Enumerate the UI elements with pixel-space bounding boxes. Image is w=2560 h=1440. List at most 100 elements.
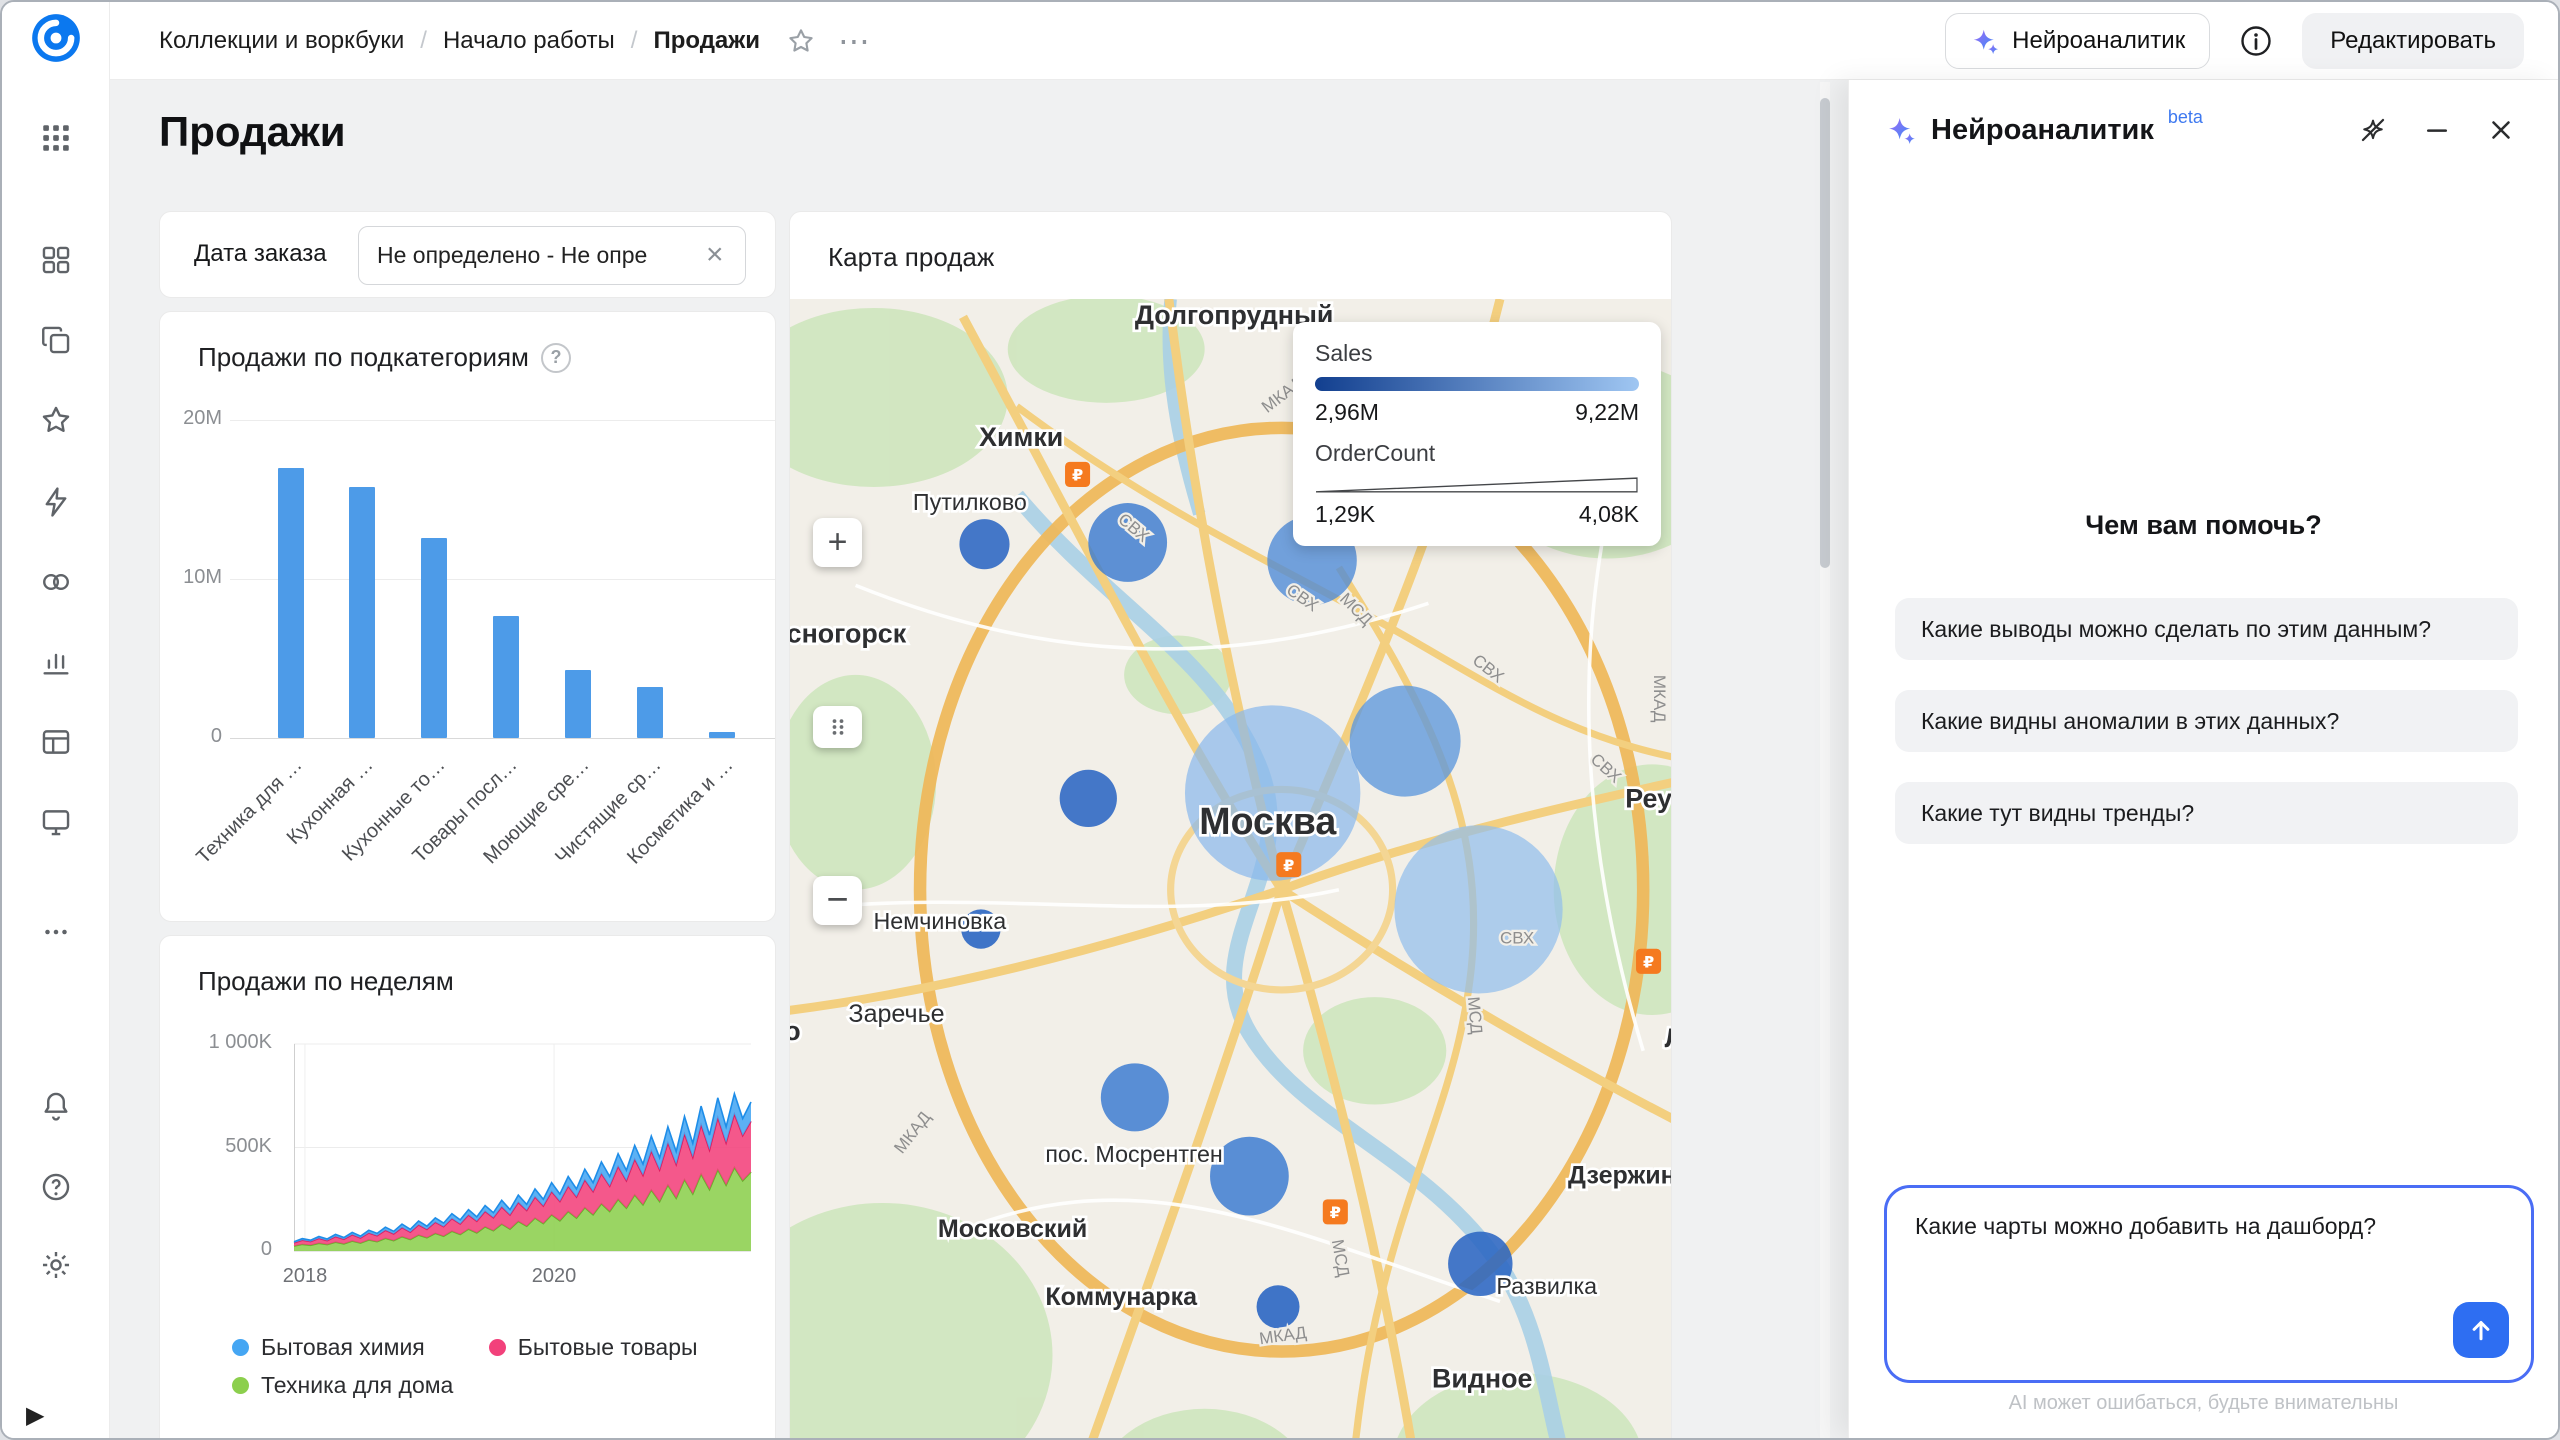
workbooks-icon — [39, 323, 73, 357]
bar-2[interactable] — [421, 538, 447, 738]
breadcrumb-item-2[interactable]: Продажи — [653, 27, 760, 55]
breadcrumb-item-1[interactable]: Начало работы — [443, 27, 615, 55]
bar-5[interactable] — [637, 687, 663, 738]
scrollbar-thumb[interactable] — [1820, 98, 1830, 568]
toll-marker: ₽ — [1276, 852, 1301, 877]
breadcrumb-item-0[interactable]: Коллекции и воркбуки — [159, 27, 404, 55]
suggestion-chip-0[interactable]: Какие выводы можно сделать по этим данны… — [1895, 598, 2518, 660]
bar-3[interactable] — [493, 616, 519, 738]
sidebar-item-charts[interactable] — [2, 632, 110, 692]
favorite-star-icon[interactable] — [786, 26, 816, 56]
sidebar-item-settings[interactable] — [2, 1235, 110, 1295]
breadcrumb-actions: ⋯ — [786, 26, 870, 56]
suggestion-chip-1[interactable]: Какие видны аномалии в этих данных? — [1895, 690, 2518, 752]
gridline — [230, 420, 776, 421]
legend-sales-label: Sales — [1315, 340, 1639, 367]
map-bubble-8[interactable] — [1101, 1063, 1169, 1131]
sidebar-item-connections[interactable] — [2, 472, 110, 532]
map-bubble-11[interactable] — [1257, 1285, 1300, 1328]
sidebar-item-datasets[interactable] — [2, 552, 110, 612]
bar-0[interactable] — [278, 468, 304, 738]
sparkle-icon — [1970, 26, 2000, 56]
assistant-input[interactable]: Какие чарты можно добавить на дашборд? — [1884, 1185, 2534, 1383]
close-icon[interactable] — [2486, 115, 2516, 145]
legend-item-1[interactable]: Бытовые товары — [489, 1334, 698, 1361]
toll-marker: ₽ — [1065, 462, 1090, 487]
legend-item-0[interactable]: Бытовая химия — [232, 1334, 425, 1361]
sidebar-collapse-button[interactable]: ▶ — [26, 1401, 44, 1430]
filter-clear-icon[interactable]: × — [706, 238, 724, 272]
suggestion-chip-2[interactable]: Какие тут видны тренды? — [1895, 782, 2518, 844]
sidebar-item-collections[interactable] — [2, 230, 110, 290]
neuro-analyst-label: Нейроаналитик — [2012, 27, 2185, 55]
breadcrumb-separator: / — [631, 27, 638, 55]
datasets-icon — [39, 565, 73, 599]
datalens-logo[interactable] — [30, 12, 82, 64]
x-axis-tick: 2018 — [260, 1265, 350, 1288]
legend-dot — [232, 1339, 249, 1356]
map-bubble-5[interactable] — [1350, 686, 1461, 797]
breadcrumb-separator: / — [420, 27, 427, 55]
lightning-icon — [39, 485, 73, 519]
y-axis-tick: 0 — [160, 1238, 272, 1261]
edit-button-label: Редактировать — [2330, 27, 2496, 55]
map-bubble-0[interactable] — [959, 519, 1009, 569]
city-label: расногорск — [790, 619, 907, 649]
city-label: ово — [790, 1016, 801, 1046]
breadcrumb: Коллекции и воркбуки / Начало работы / Прода… — [159, 26, 870, 56]
sidebar-item-notifications[interactable] — [2, 1076, 110, 1136]
gridline — [230, 579, 776, 580]
legend-orders-wedge — [1315, 477, 1639, 493]
disable-assistant-icon[interactable] — [2358, 115, 2388, 145]
map-legend: Sales 2,96М 9,22М OrderCount 1,29K 4,08K — [1293, 322, 1661, 546]
chart-help-icon[interactable]: ? — [541, 343, 571, 373]
sidebar-item-more[interactable] — [2, 902, 110, 962]
gear-icon — [39, 1248, 73, 1282]
breadcrumb-more-icon[interactable]: ⋯ — [838, 31, 870, 51]
city-label: Люб — [1665, 1023, 1672, 1053]
legend-label: Бытовые товары — [518, 1334, 698, 1361]
neuro-analyst-button[interactable]: Нейроаналитик — [1945, 13, 2210, 69]
city-label: Московский — [938, 1215, 1087, 1243]
sales-map[interactable]: ₽₽₽₽ МКАДМКАДМКАДМКАДСВХСВХСВХСВХСВХМСДМ… — [790, 299, 1672, 1438]
sidebar-item-workbooks[interactable] — [2, 310, 110, 370]
city-label: пос. Мосрентген — [1045, 1141, 1222, 1167]
sales-map-card: Карта продаж — [789, 211, 1672, 1438]
legend-item-2[interactable]: Техника для дома — [232, 1372, 453, 1399]
question-icon — [39, 1170, 73, 1204]
assistant-input-text[interactable]: Какие чарты можно добавить на дашборд? — [1915, 1210, 2503, 1242]
dashboard-main: Продажи Дата заказа × Продажи по подкате… — [110, 80, 1848, 1438]
city-label: Дзержинс — [1568, 1161, 1672, 1189]
bar-6[interactable] — [709, 732, 735, 738]
breadcrumb-items: Коллекции и воркбуки / Начало работы / Прода… — [159, 27, 760, 55]
bar-1[interactable] — [349, 487, 375, 738]
sidebar-item-help[interactable] — [2, 1157, 110, 1217]
city-label: Коммунарка — [1045, 1283, 1198, 1311]
bell-icon — [39, 1089, 73, 1123]
map-zoom-out-button[interactable]: − — [813, 876, 862, 925]
map-bubble-3[interactable] — [1060, 770, 1117, 827]
page-title: Продажи — [159, 108, 346, 156]
map-bubble-4[interactable] — [1185, 705, 1360, 880]
map-bubble-7[interactable] — [1394, 825, 1562, 993]
info-button[interactable] — [2236, 21, 2276, 61]
map-zoom-in-button[interactable]: + — [813, 518, 862, 567]
toll-marker: ₽ — [1636, 949, 1661, 974]
sidebar-item-dashboards[interactable] — [2, 792, 110, 852]
sidebar-item-apps[interactable] — [2, 108, 110, 168]
assistant-actions — [2358, 115, 2516, 145]
map-drag-handle[interactable] — [813, 706, 862, 748]
apps-grid-icon — [39, 121, 73, 155]
sidebar-item-tables[interactable] — [2, 712, 110, 772]
table-icon — [39, 725, 73, 759]
subcategories-chart-card: Продажи по подкатегориям ? 010M20MТехник… — [159, 311, 776, 922]
drag-dots-icon — [824, 713, 852, 741]
edit-button[interactable]: Редактировать — [2302, 13, 2524, 69]
date-filter-input[interactable] — [358, 226, 746, 285]
arrow-up-icon — [2466, 1315, 2496, 1345]
send-button[interactable] — [2453, 1302, 2509, 1358]
sidebar-item-favorites[interactable] — [2, 390, 110, 450]
minimize-icon[interactable] — [2422, 115, 2452, 145]
bar-4[interactable] — [565, 670, 591, 738]
city-label: Развилка — [1496, 1273, 1597, 1299]
